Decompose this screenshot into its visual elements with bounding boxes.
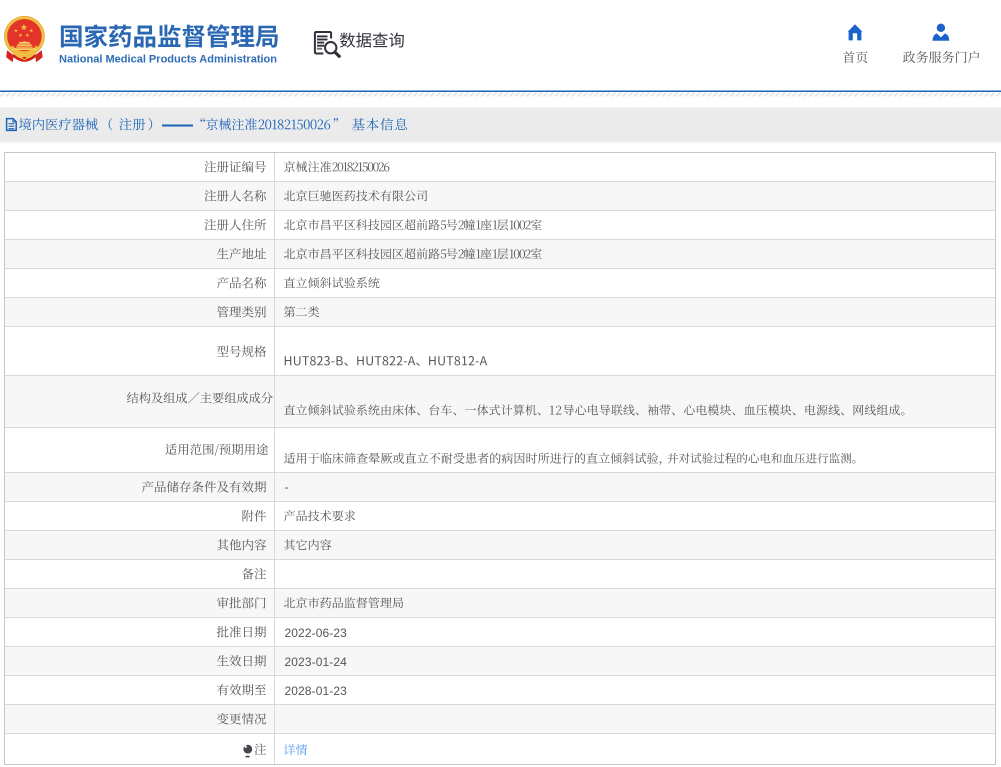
svg-text:2023-01-24: 2023-01-24 — [285, 655, 348, 669]
svg-text:2022-06-23: 2022-06-23 — [285, 626, 348, 640]
svg-text:National Medical Products Admi: National Medical Products Administration — [59, 53, 277, 65]
svg-text:-: - — [285, 480, 289, 494]
svg-text:2028-01-23: 2028-01-23 — [285, 684, 348, 698]
